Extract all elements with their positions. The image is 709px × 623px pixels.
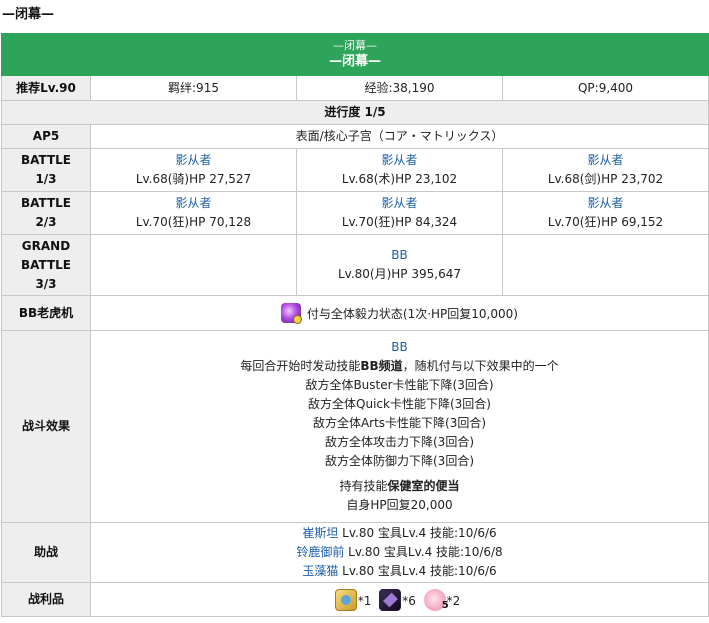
enemy-cell: 影从者 Lv.68(术)HP 23,102 xyxy=(296,148,503,192)
bb-slot-label: BB老虎机 xyxy=(1,295,91,331)
skill-intro-post: ，随机付与以下效果中的一个 xyxy=(402,359,559,373)
battle-effects-label: 战斗效果 xyxy=(1,330,91,523)
enemy-cell: 影从者 Lv.70(狂)HP 70,128 xyxy=(90,191,297,235)
boss-name-link[interactable]: BB xyxy=(301,246,498,265)
skill-intro: 每回合开始时发动技能BB频道，随机付与以下效果中的一个 xyxy=(95,357,704,376)
exp-value: 经验:38,190 xyxy=(296,75,503,101)
enemy-cell: 影从者 Lv.70(狂)HP 69,152 xyxy=(501,191,709,235)
ap-label: AP5 xyxy=(1,124,91,149)
drop-badge: 5 xyxy=(441,599,449,611)
drop-count: *6 xyxy=(402,593,416,608)
progress-row: 进行度 1/5 xyxy=(0,100,709,125)
effect-item: 敌方全体Quick卡性能下降(3回合) xyxy=(308,397,491,411)
skill2-name: 保健室的便当 xyxy=(387,479,460,493)
effect-item: 敌方全体防御力下降(3回合) xyxy=(325,454,474,468)
drops-label: 战利品 xyxy=(1,582,91,617)
bb-slot-row: BB老虎机 付与全体毅力状态(1次·HP回复10,000) xyxy=(1,295,709,331)
pink-orb-icon[interactable]: 5 xyxy=(423,588,449,611)
recommended-level: 推荐Lv.90 xyxy=(1,75,91,101)
empty-cell xyxy=(501,234,709,296)
enemy-name-link[interactable]: 影从者 xyxy=(301,194,498,213)
quest-table: —闭幕— —闭幕— 推荐Lv.90 羁绊:915 经验:38,190 QP:9,… xyxy=(0,33,709,617)
grand-battle-label: GRAND BATTLE 3/3 xyxy=(1,234,91,296)
battle-label-line: 3/3 xyxy=(35,276,57,291)
effect-item: 敌方全体攻击力下降(3回合) xyxy=(325,435,474,449)
boss-cell: BB Lv.80(月)HP 395,647 xyxy=(296,234,503,296)
page-heading: —闭幕— xyxy=(2,7,55,22)
enemy-cell: 影从者 Lv.68(骑)HP 27,527 xyxy=(90,148,297,192)
info-row: 推荐Lv.90 羁绊:915 经验:38,190 QP:9,400 xyxy=(1,75,709,101)
quest-subtitle: —闭幕— xyxy=(333,39,377,52)
battle-label-line: 2/3 xyxy=(35,215,57,229)
bond-value: 羁绊:915 xyxy=(90,75,297,101)
empty-cell xyxy=(90,234,297,296)
support-entry: 玉藻猫 Lv.80 宝具Lv.4 技能:10/6/6 xyxy=(95,562,704,581)
effect-item: 敌方全体Buster卡性能下降(3回合) xyxy=(305,378,494,392)
skill-intro-pre: 每回合开始时发动技能 xyxy=(240,359,361,373)
battle-label: BATTLE 1/3 xyxy=(1,148,91,192)
enemy-cell: 影从者 Lv.70(狂)HP 84,324 xyxy=(296,191,503,235)
enemy-name-link[interactable]: 影从者 xyxy=(301,151,498,170)
enemy-cell: 影从者 Lv.68(剑)HP 23,702 xyxy=(501,148,709,192)
support-row: 助战 崔斯坦 Lv.80 宝具Lv.4 技能:10/6/6 铃鹿御前 Lv.80… xyxy=(1,522,709,583)
skill2-effect: 自身HP回复20,000 xyxy=(346,498,453,512)
enemy-stats: Lv.70(狂)HP 84,324 xyxy=(341,215,458,229)
enemy-stats: Lv.68(剑)HP 23,702 xyxy=(547,172,664,186)
drops-row: 战利品 *1 *6 5 *2 xyxy=(1,582,709,617)
bb-slot-text: 付与全体毅力状态(1次·HP回复10,000) xyxy=(306,306,518,321)
support-label: 助战 xyxy=(1,522,91,583)
battle-label: BATTLE 2/3 xyxy=(1,191,91,235)
quest-header-row: —闭幕— —闭幕— xyxy=(0,33,709,76)
servant-link[interactable]: 崔斯坦 xyxy=(302,526,338,540)
enemy-name-link[interactable]: 影从者 xyxy=(507,194,704,213)
support-detail: Lv.80 宝具Lv.4 技能:10/6/8 xyxy=(344,545,503,559)
support-entry: 崔斯坦 Lv.80 宝具Lv.4 技能:10/6/6 xyxy=(95,524,704,543)
bb-slot-cell: 付与全体毅力状态(1次·HP回复10,000) xyxy=(89,295,709,331)
battle-label-line: GRAND xyxy=(21,238,71,253)
skill2-pre: 持有技能 xyxy=(339,479,388,493)
progress-label: 进行度 1/5 xyxy=(0,100,709,125)
support-entry: 铃鹿御前 Lv.80 宝具Lv.4 技能:10/6/8 xyxy=(95,543,704,562)
quest-title: —闭幕— xyxy=(329,54,382,69)
effects-source-link[interactable]: BB xyxy=(95,338,704,357)
grand-battle-row: GRAND BATTLE 3/3 BB Lv.80(月)HP 395,647 xyxy=(1,234,709,296)
enemy-name-link[interactable]: 影从者 xyxy=(507,151,704,170)
battle-label-line: BATTLE xyxy=(21,257,71,272)
enemy-name-link[interactable]: 影从者 xyxy=(95,151,292,170)
qp-value: QP:9,400 xyxy=(501,75,709,101)
location-text: 表面/核心子宫（コア・マトリックス） xyxy=(89,124,709,149)
dark-crystal-icon[interactable] xyxy=(379,588,402,611)
gold-gem-icon[interactable] xyxy=(334,588,357,611)
bb-buff-icon xyxy=(281,302,303,324)
enemy-stats: Lv.70(狂)HP 69,152 xyxy=(547,215,664,229)
battle-label-line: BATTLE xyxy=(21,196,71,210)
support-detail: Lv.80 宝具Lv.4 技能:10/6/6 xyxy=(338,526,497,540)
effect-item: 敌方全体Arts卡性能下降(3回合) xyxy=(312,416,487,430)
boss-stats: Lv.80(月)HP 395,647 xyxy=(337,267,461,281)
support-detail: Lv.80 宝具Lv.4 技能:10/6/6 xyxy=(338,564,497,578)
battle-label-line: 1/3 xyxy=(35,172,57,186)
skill2-line: 持有技能保健室的便当 xyxy=(95,477,704,496)
battle-label-line: BATTLE xyxy=(21,153,71,167)
drops-cell: *1 *6 5 *2 xyxy=(89,582,709,617)
battle-row-2: BATTLE 2/3 影从者 Lv.70(狂)HP 70,128 影从者 Lv.… xyxy=(1,191,709,235)
battle-effects-row: 战斗效果 BB 每回合开始时发动技能BB频道，随机付与以下效果中的一个 敌方全体… xyxy=(1,330,709,523)
enemy-name-link[interactable]: 影从者 xyxy=(95,194,292,213)
enemy-stats: Lv.70(狂)HP 70,128 xyxy=(135,215,252,229)
enemy-stats: Lv.68(术)HP 23,102 xyxy=(341,172,458,186)
battle-row-1: BATTLE 1/3 影从者 Lv.68(骑)HP 27,527 影从者 Lv.… xyxy=(1,148,709,192)
skill-name: BB频道 xyxy=(360,359,403,373)
servant-link[interactable]: 铃鹿御前 xyxy=(296,545,344,559)
drop-count: *2 xyxy=(446,593,461,608)
servant-link[interactable]: 玉藻猫 xyxy=(302,564,338,578)
enemy-stats: Lv.68(骑)HP 27,527 xyxy=(135,172,252,186)
ap-row: AP5 表面/核心子宫（コア・マトリックス） xyxy=(1,124,709,149)
battle-effects-cell: BB 每回合开始时发动技能BB频道，随机付与以下效果中的一个 敌方全体Buste… xyxy=(89,330,709,523)
drop-count: *1 xyxy=(357,593,372,608)
support-cell: 崔斯坦 Lv.80 宝具Lv.4 技能:10/6/6 铃鹿御前 Lv.80 宝具… xyxy=(89,522,709,583)
